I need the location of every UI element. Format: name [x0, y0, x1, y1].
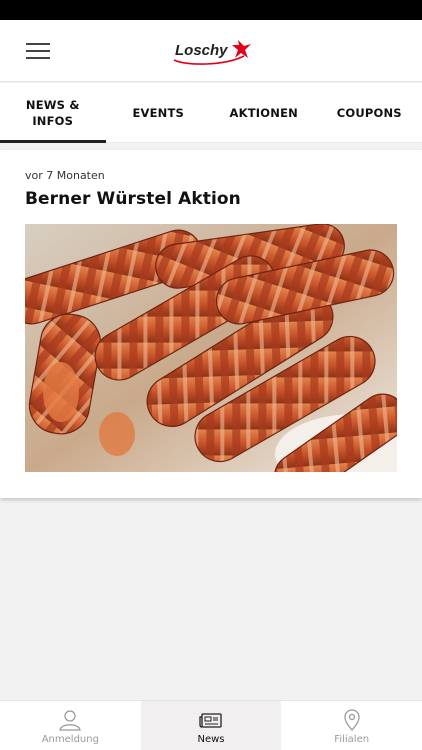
nav-label: Anmeldung — [41, 734, 99, 745]
news-timestamp: vor 7 Monaten — [25, 169, 105, 182]
svg-text:Loschy: Loschy — [175, 42, 228, 59]
tab-label: NEWS & INFOS — [25, 97, 80, 128]
nav-filialen[interactable]: Filialen — [281, 701, 422, 750]
nav-anmeldung[interactable]: Anmeldung — [0, 701, 141, 750]
category-tabs: NEWS & INFOS EVENTS AKTIONEN COUPONS — [0, 83, 422, 143]
tab-events[interactable]: EVENTS — [106, 83, 212, 142]
tab-label: COUPONS — [336, 105, 402, 120]
news-title: Berner Würstel Aktion — [25, 189, 241, 209]
tab-label: EVENTS — [132, 105, 185, 120]
newspaper-icon — [199, 713, 222, 728]
hamburger-menu-icon[interactable] — [26, 41, 50, 61]
nav-label: Filialen — [334, 734, 370, 745]
tab-label: AKTIONEN — [229, 105, 298, 120]
tab-coupons[interactable]: COUPONS — [317, 83, 422, 142]
nav-news[interactable]: News — [140, 701, 282, 750]
tab-aktionen[interactable]: AKTIONEN — [211, 83, 317, 142]
bottom-navigation: Anmeldung News Filialen — [0, 700, 422, 750]
loschy-logo: Loschy — [172, 36, 252, 66]
user-icon — [59, 710, 82, 731]
location-pin-icon — [344, 709, 360, 731]
tab-news-infos[interactable]: NEWS & INFOS — [0, 83, 106, 143]
app-header: Loschy — [0, 20, 422, 82]
status-bar — [0, 0, 422, 20]
nav-label: News — [197, 734, 225, 745]
bacon-wrapped-sausages-photo[interactable] — [25, 224, 397, 472]
news-card[interactable]: vor 7 Monaten Berner Würstel Aktion — [0, 150, 422, 498]
